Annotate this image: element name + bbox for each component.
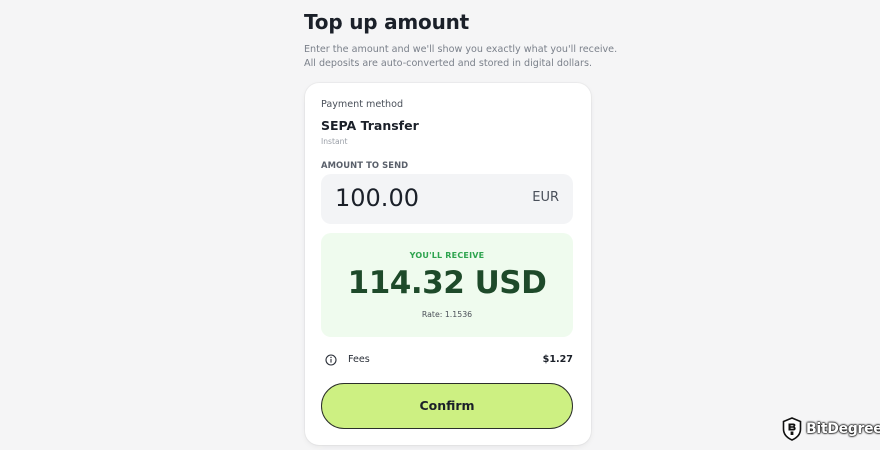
exchange-rate: Rate: 1.1536 bbox=[421, 310, 473, 319]
top-up-page: Top up amount Enter the amount and we'll… bbox=[0, 0, 880, 450]
amount-value[interactable]: 100.00 bbox=[335, 184, 419, 212]
fees-row: Fees $1.27 bbox=[325, 353, 573, 369]
receive-amount: 114.32 USD bbox=[347, 265, 547, 301]
amount-input[interactable]: 100.00 EUR bbox=[321, 174, 573, 224]
page-subtitle: Enter the amount and we'll show you exac… bbox=[304, 44, 618, 69]
page-title: Top up amount bbox=[304, 10, 470, 34]
payment-method-label: Payment method bbox=[321, 99, 404, 110]
fees-value: $1.27 bbox=[542, 354, 573, 365]
bitdegree-text: BitDegree bbox=[806, 421, 880, 437]
payment-method-speed: Instant bbox=[321, 137, 348, 146]
fees-label: Fees bbox=[348, 354, 370, 365]
top-up-card: Payment method SEPA Transfer Instant AMO… bbox=[305, 83, 591, 445]
confirm-button[interactable]: Confirm bbox=[321, 383, 573, 429]
bitdegree-shield-logo bbox=[782, 417, 802, 441]
bitdegree-watermark: BitDegree bbox=[782, 417, 880, 441]
receive-label: YOU'LL RECEIVE bbox=[409, 251, 485, 260]
amount-to-send-label: AMOUNT TO SEND bbox=[321, 160, 409, 170]
info-icon[interactable] bbox=[325, 354, 337, 366]
payment-method-value[interactable]: SEPA Transfer bbox=[321, 118, 419, 133]
receive-panel: YOU'LL RECEIVE 114.32 USD Rate: 1.1536 bbox=[321, 233, 573, 337]
amount-currency: EUR bbox=[532, 190, 559, 205]
